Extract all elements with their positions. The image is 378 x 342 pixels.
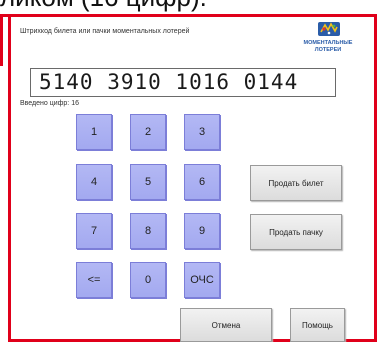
help-button[interactable]: Помощь <box>290 308 345 342</box>
backspace-button[interactable]: <= <box>76 262 112 298</box>
red-callout-line-vertical <box>0 14 3 66</box>
clear-button[interactable]: ОЧС <box>184 262 220 298</box>
key-8-button[interactable]: 8 <box>130 213 166 249</box>
stage: ликом (16 цифр). Штрихкод билета или пач… <box>0 0 378 342</box>
instant-lottery-logo-icon <box>318 22 340 36</box>
sell-pack-button[interactable]: Продать пачку <box>250 214 342 250</box>
digits-entered-label: Введено цифр: 16 <box>20 100 79 107</box>
logo-text-line2: ЛОТЕРЕИ <box>314 47 342 53</box>
barcode-prompt-label: Штрихкод билета или пачки моментальных л… <box>20 28 190 35</box>
logo-text-line1: МОМЕНТАЛЬНЫЕ <box>303 40 353 46</box>
key-1-button[interactable]: 1 <box>76 114 112 150</box>
key-7-button[interactable]: 7 <box>76 213 112 249</box>
cancel-button[interactable]: Отмена <box>180 308 272 342</box>
key-4-button[interactable]: 4 <box>76 164 112 200</box>
sell-ticket-button[interactable]: Продать билет <box>250 165 342 201</box>
key-5-button[interactable]: 5 <box>130 164 166 200</box>
instant-lottery-logo: МОМЕНТАЛЬНЫЕ ЛОТЕРЕИ <box>290 20 366 66</box>
key-3-button[interactable]: 3 <box>184 114 220 150</box>
logo-text: МОМЕНТАЛЬНЫЕ ЛОТЕРЕИ <box>290 40 366 54</box>
key-0-button[interactable]: 0 <box>130 262 166 298</box>
barcode-input[interactable]: 5140 3910 1016 0144 <box>30 68 336 97</box>
key-2-button[interactable]: 2 <box>130 114 166 150</box>
key-6-button[interactable]: 6 <box>184 164 220 200</box>
key-9-button[interactable]: 9 <box>184 213 220 249</box>
